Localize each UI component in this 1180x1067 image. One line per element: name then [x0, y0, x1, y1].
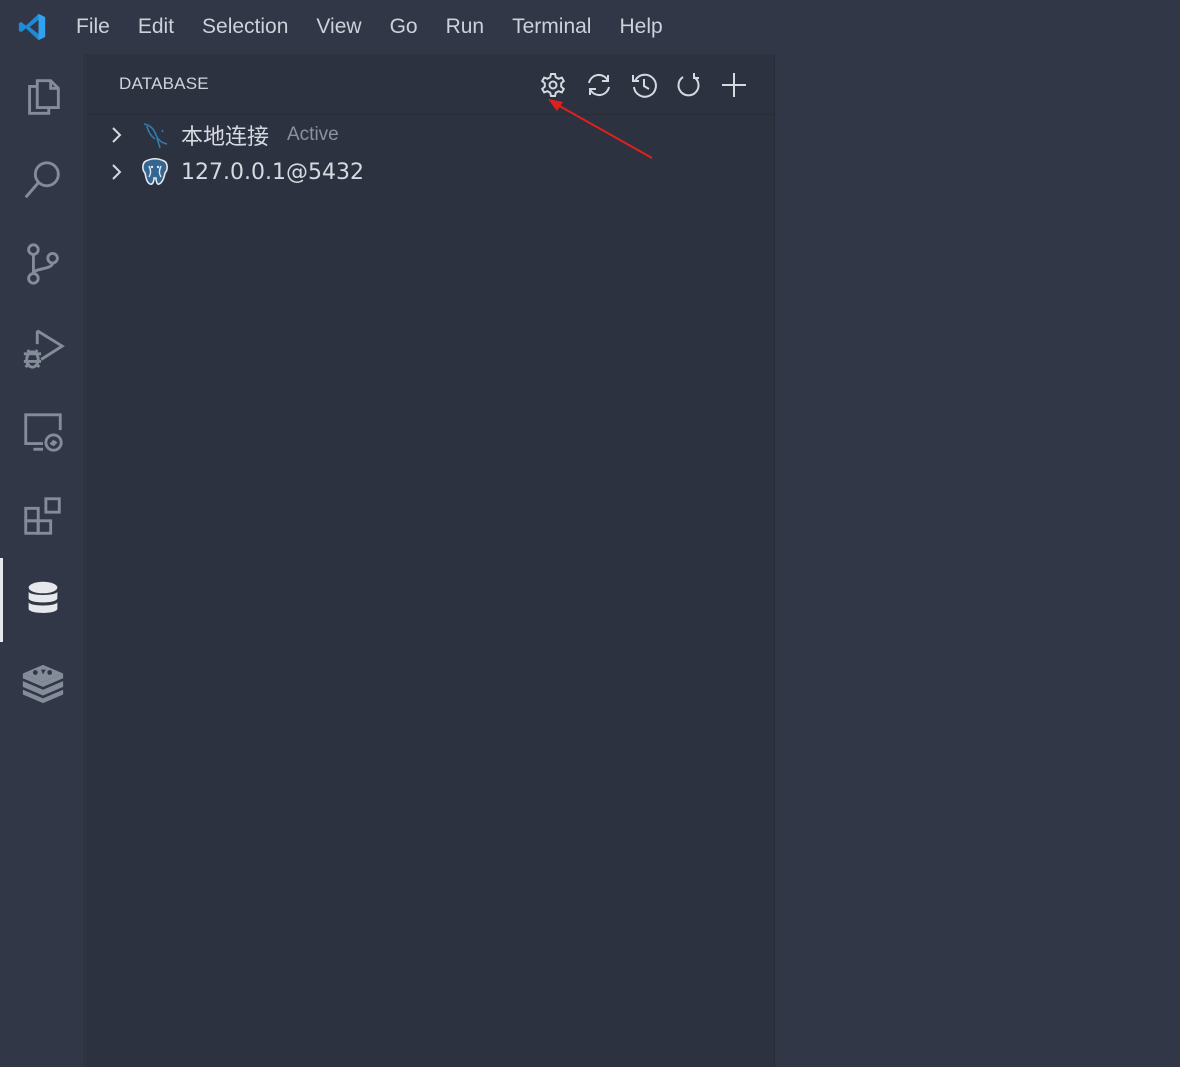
menu-view[interactable]: View: [302, 0, 375, 54]
postgresql-icon: [142, 157, 168, 185]
tree-item-label: 本地连接: [181, 125, 270, 150]
menu-help[interactable]: Help: [605, 0, 676, 54]
database-icon: [28, 581, 57, 613]
add-connection-button[interactable]: [717, 68, 751, 102]
extensions-icon: [23, 497, 61, 535]
add-icon: [722, 73, 746, 97]
refresh-icon: [677, 73, 700, 97]
menu-edit[interactable]: Edit: [124, 0, 188, 54]
menu-terminal[interactable]: Terminal: [498, 0, 605, 54]
run-debug-icon: [23, 329, 65, 369]
connection-status: Active: [287, 124, 339, 145]
history-button[interactable]: [627, 68, 661, 102]
menu-bar: File Edit Selection View Go Run Terminal…: [0, 0, 1180, 54]
menu-go[interactable]: Go: [376, 0, 432, 54]
gear-icon: [540, 73, 566, 97]
tree-item-local-connection[interactable]: 本地连接 Active: [86, 116, 775, 154]
activity-source-control[interactable]: [0, 222, 85, 306]
tree-item-label: 127.0.0.1@5432: [181, 159, 364, 185]
vscode-logo-icon[interactable]: [17, 12, 47, 42]
menu-run[interactable]: Run: [432, 0, 499, 54]
redis-icon: [22, 664, 63, 704]
activity-remote-explorer[interactable]: [0, 390, 85, 474]
history-icon: [632, 73, 657, 98]
settings-button[interactable]: [536, 68, 570, 102]
sidebar-header: DATABASE: [86, 54, 775, 115]
activity-search[interactable]: [0, 138, 85, 222]
activity-database[interactable]: [0, 558, 85, 642]
sync-button[interactable]: [582, 68, 616, 102]
activity-run-debug[interactable]: [0, 306, 85, 390]
files-icon: [27, 79, 60, 115]
refresh-button[interactable]: [672, 68, 706, 102]
remote-explorer-icon: [23, 413, 63, 452]
editor-area: [776, 54, 1180, 1067]
menu-selection[interactable]: Selection: [188, 0, 302, 54]
sidebar-title: DATABASE: [119, 74, 209, 93]
activity-redis[interactable]: [0, 642, 85, 726]
menu-file[interactable]: File: [62, 0, 124, 54]
tree-item-postgres-connection[interactable]: 127.0.0.1@5432: [86, 153, 775, 191]
activity-explorer[interactable]: [0, 54, 85, 138]
chevron-right-icon[interactable]: [108, 163, 126, 181]
sync-icon: [588, 73, 610, 97]
activity-bar: [0, 54, 85, 1067]
search-icon: [24, 161, 60, 199]
mysql-icon: [143, 123, 168, 149]
source-control-icon: [26, 243, 59, 285]
database-sidebar: DATABASE 本地连接 Active 127.0.0.1@5432: [86, 54, 775, 1067]
activity-extensions[interactable]: [0, 474, 85, 558]
chevron-right-icon[interactable]: [108, 126, 126, 144]
